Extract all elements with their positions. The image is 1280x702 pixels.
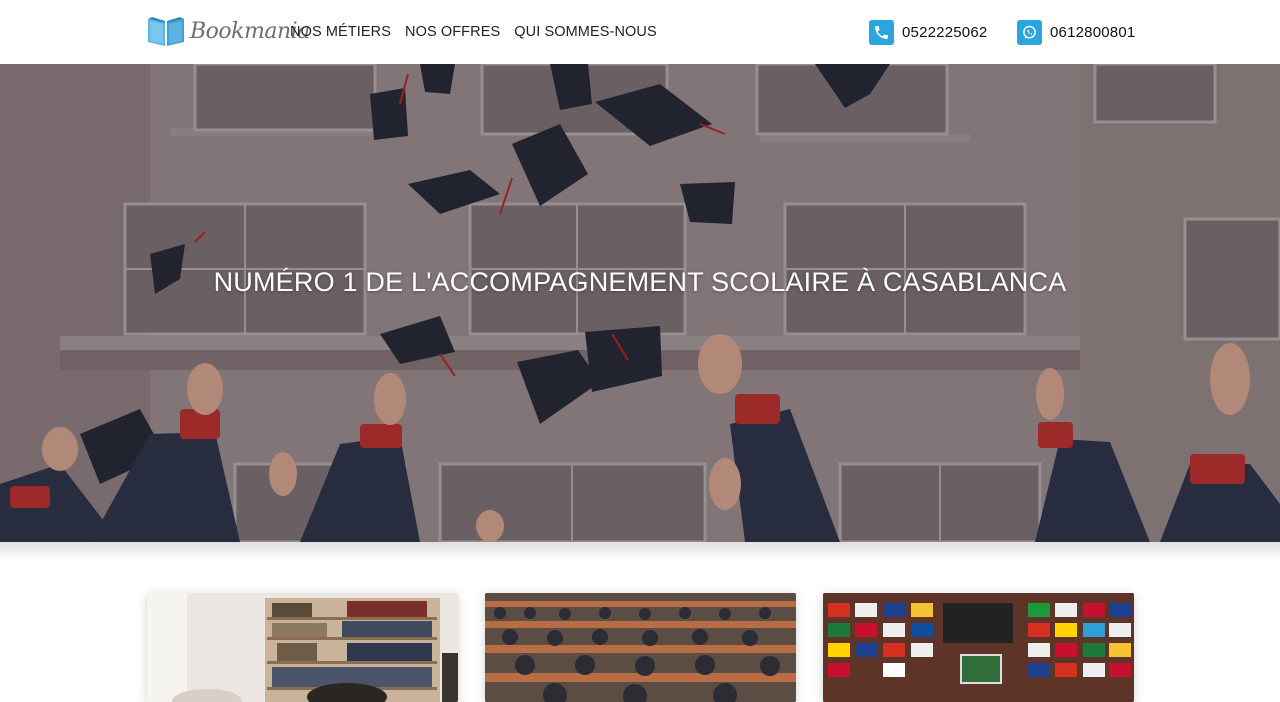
phone-number: 0522225062: [902, 23, 988, 41]
hero-overlay: [0, 64, 1280, 542]
library-study-photo: [147, 593, 458, 702]
hero-banner: NUMÉRO 1 DE L'ACCOMPAGNEMENT SCOLAIRE À …: [0, 64, 1280, 542]
whatsapp-icon: [1017, 19, 1042, 45]
card-library[interactable]: [147, 593, 458, 702]
hero-shadow: [0, 542, 1280, 560]
logo[interactable]: Bookmania: [146, 14, 310, 48]
lecture-hall-photo: [485, 593, 796, 702]
nav-item-metiers[interactable]: NOS MÉTIERS: [290, 24, 391, 40]
phone-icon: [869, 19, 894, 45]
nav-item-offres[interactable]: NOS OFFRES: [405, 24, 500, 40]
whatsapp-contact[interactable]: 0612800801: [1017, 19, 1135, 45]
book-logo-icon: [146, 15, 186, 47]
main-nav: NOS MÉTIERS NOS OFFRES QUI SOMMES-NOUS: [290, 0, 657, 64]
card-languages[interactable]: [823, 593, 1134, 702]
hero-title: NUMÉRO 1 DE L'ACCOMPAGNEMENT SCOLAIRE À …: [213, 267, 1067, 297]
site-header: Bookmania NOS MÉTIERS NOS OFFRES QUI SOM…: [0, 0, 1280, 64]
flags-wall-photo: [823, 593, 1134, 702]
phone-contact[interactable]: 0522225062: [869, 19, 987, 45]
nav-item-about[interactable]: QUI SOMMES-NOUS: [514, 24, 656, 40]
whatsapp-number: 0612800801: [1050, 23, 1136, 41]
card-lecture[interactable]: [485, 593, 796, 702]
